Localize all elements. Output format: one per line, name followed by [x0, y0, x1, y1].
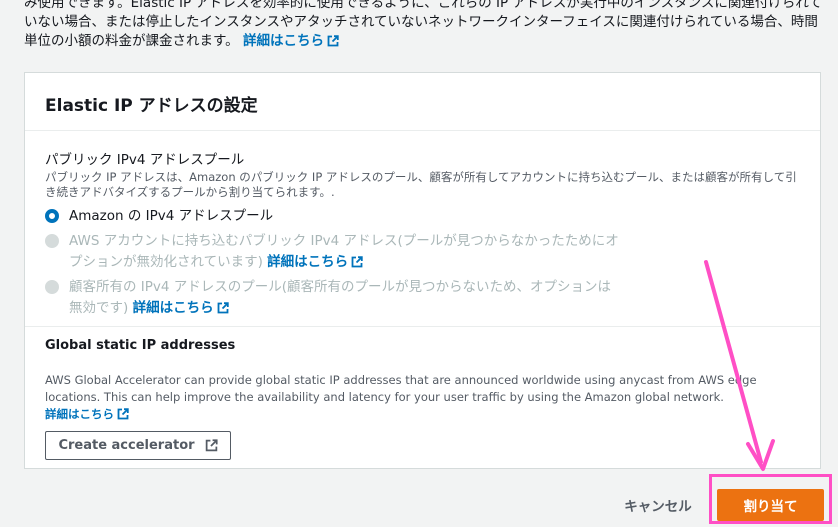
intro-learn-more-link[interactable]: 詳細はこちら — [243, 33, 339, 49]
global-static-ip-description: AWS Global Accelerator can provide globa… — [45, 373, 757, 421]
global-accelerator-learn-more-link[interactable]: 詳細はこちら — [45, 407, 129, 421]
panel-title: Elastic IP アドレスの設定 — [45, 96, 258, 116]
radio-disabled-icon — [45, 234, 59, 248]
customer-owned-learn-more-link[interactable]: 詳細はこちら — [133, 300, 229, 316]
create-accelerator-button[interactable]: Create accelerator — [45, 431, 231, 460]
intro-text: み使用できます。Elastic IP アドレスを効率的に使用できるように、これら… — [24, 0, 822, 49]
cancel-button[interactable]: キャンセル — [610, 489, 706, 521]
radio-label-amazon-pool: Amazon の IPv4 アドレスプール — [69, 208, 274, 224]
external-link-icon — [205, 439, 218, 452]
ipv4-pool-title: パブリック IPv4 アドレスプール — [45, 152, 245, 168]
byoip-learn-more-link[interactable]: 詳細はこちら — [267, 254, 363, 270]
external-link-icon — [217, 302, 229, 314]
global-static-ip-section: Global static IP addresses AWS Global Ac… — [45, 338, 800, 423]
external-link-icon — [351, 256, 363, 268]
ipv4-pool-description: パブリック IP アドレスは、Amazon のパブリック IP アドレスのプール… — [45, 170, 797, 199]
radio-disabled-icon — [45, 280, 59, 294]
external-link-icon — [327, 35, 339, 47]
ipv4-pool-section: パブリック IPv4 アドレスプール パブリック IP アドレスは、Amazon… — [45, 148, 804, 319]
radio-option-customer-owned-pool: 顧客所有の IPv4 アドレスのプール(顧客所有のプールが見つからないため、オプ… — [45, 277, 620, 319]
radio-option-amazon-pool[interactable]: Amazon の IPv4 アドレスプール — [45, 206, 804, 227]
radio-option-byoip-pool: AWS アカウントに持ち込むパブリック IPv4 アドレス(プールが見つからなか… — [45, 231, 620, 273]
elastic-ip-settings-panel: Elastic IP アドレスの設定 パブリック IPv4 アドレスプール パブ… — [24, 72, 821, 469]
radio-selected-icon[interactable] — [45, 209, 59, 223]
global-static-ip-title: Global static IP addresses — [45, 338, 236, 353]
allocate-button[interactable]: 割り当て — [717, 489, 824, 521]
section-divider — [25, 326, 820, 327]
external-link-icon — [117, 408, 129, 420]
panel-header: Elastic IP アドレスの設定 — [25, 73, 820, 131]
